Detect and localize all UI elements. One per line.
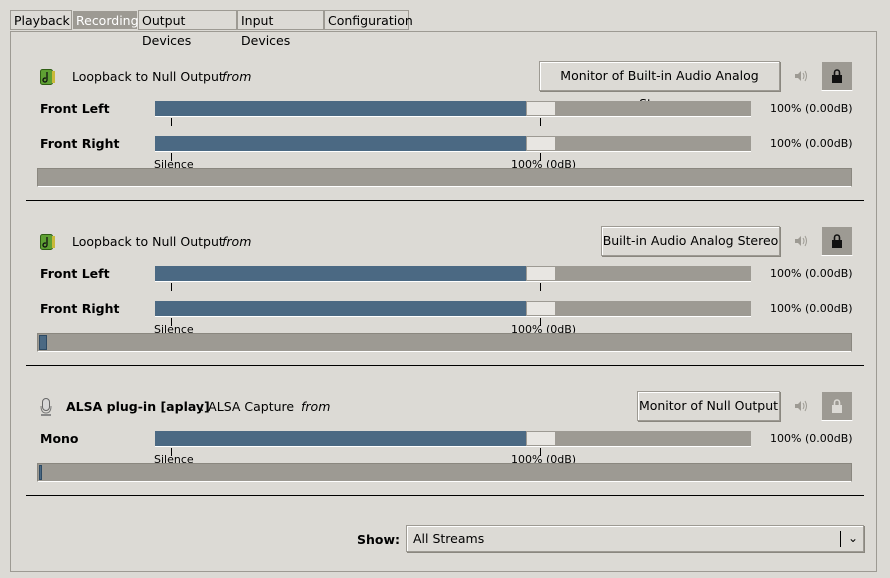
norm-tick (540, 283, 541, 291)
speaker-icon[interactable] (795, 235, 809, 247)
volume-slider[interactable] (155, 266, 751, 282)
peak-level-fill (39, 465, 42, 480)
volume-value: 100% (0.00dB) (770, 137, 853, 150)
volume-value: 100% (0.00dB) (770, 102, 853, 115)
volume-fill (155, 301, 526, 316)
show-filter-value: All Streams (413, 531, 485, 546)
lock-icon (832, 69, 842, 83)
volume-fill (155, 431, 526, 446)
norm-tick (540, 118, 541, 126)
stream-app-name: ALSA plug-in [aplay] (66, 399, 210, 414)
peak-level-meter (37, 333, 852, 352)
volume-slider-handle[interactable] (526, 431, 556, 446)
silence-tick (171, 118, 172, 126)
channel-label: Front Left (40, 266, 110, 281)
volume-slider-handle[interactable] (526, 266, 556, 281)
microphone-icon (40, 398, 52, 416)
speaker-icon[interactable] (795, 70, 809, 82)
audio-stream-icon (40, 69, 55, 85)
lock-channels-toggle[interactable] (821, 61, 853, 91)
volume-slider[interactable] (155, 101, 751, 117)
volume-fill (155, 136, 526, 151)
speaker-icon[interactable] (795, 400, 809, 412)
show-filter-select[interactable]: All Streams ⌄ (406, 525, 864, 552)
stream-separator (26, 365, 864, 366)
tab-output-devices[interactable]: Output Devices (138, 10, 237, 48)
volume-value: 100% (0.00dB) (770, 267, 853, 280)
tab-recording[interactable]: Recording (72, 10, 139, 30)
volume-slider-handle[interactable] (526, 136, 556, 151)
channel-label: Front Right (40, 136, 120, 151)
lock-channels-toggle[interactable] (821, 226, 853, 256)
volume-value: 100% (0.00dB) (770, 302, 853, 315)
tab-playback[interactable]: Playback (10, 10, 72, 30)
show-label: Show: (357, 532, 401, 547)
peak-level-meter (37, 168, 852, 187)
lock-channels-toggle[interactable] (821, 391, 853, 421)
stream-separator (26, 495, 864, 496)
peak-level-meter (37, 463, 852, 482)
lock-icon (832, 399, 842, 413)
volume-slider-handle[interactable] (526, 101, 556, 116)
volume-slider-handle[interactable] (526, 301, 556, 316)
volume-slider[interactable] (155, 431, 751, 447)
device-select-button[interactable]: Monitor of Null Output (637, 391, 780, 421)
volume-slider[interactable] (155, 301, 751, 317)
combo-divider (840, 531, 841, 547)
volume-fill (155, 101, 526, 116)
peak-level-fill (39, 335, 47, 350)
volume-value: 100% (0.00dB) (770, 432, 853, 445)
stream-from: from (222, 234, 252, 249)
lock-icon (832, 234, 842, 248)
tab-configuration[interactable]: Configuration (324, 10, 413, 30)
audio-stream-icon (40, 234, 55, 250)
tab-input-devices[interactable]: Input Devices (237, 10, 324, 48)
stream-name: : ALSA Capture (200, 399, 295, 414)
device-select-button[interactable]: Built-in Audio Analog Stereo (601, 226, 780, 256)
stream-from: from (301, 399, 331, 414)
device-select-button[interactable]: Monitor of Built-in Audio Analog Stereo (539, 61, 780, 111)
silence-tick (171, 283, 172, 291)
stream-separator (26, 200, 864, 201)
channel-label: Mono (40, 431, 79, 446)
channel-label: Front Left (40, 101, 110, 116)
stream-name: Loopback to Null Output (72, 234, 224, 249)
stream-name: Loopback to Null Output (72, 69, 224, 84)
volume-fill (155, 266, 526, 281)
volume-slider[interactable] (155, 136, 751, 152)
channel-label: Front Right (40, 301, 120, 316)
stream-from: from (222, 69, 252, 84)
chevron-down-icon: ⌄ (847, 531, 858, 545)
